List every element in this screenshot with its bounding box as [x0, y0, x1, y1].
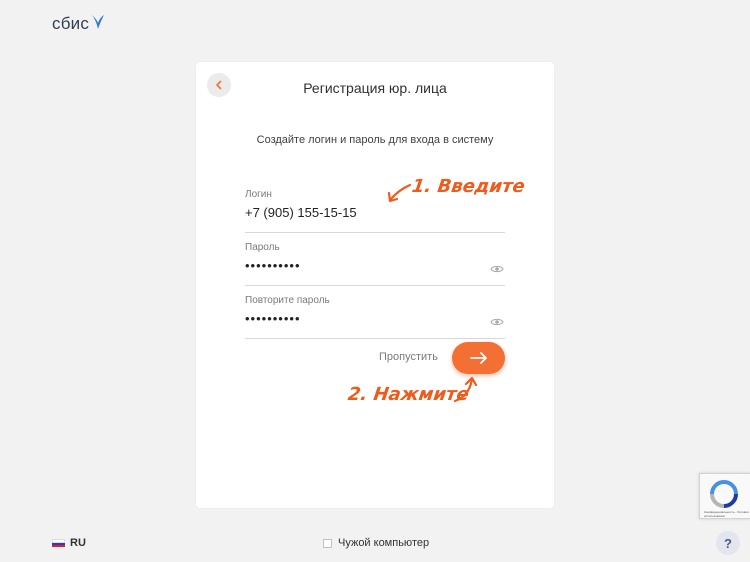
russia-flag-icon [52, 538, 65, 548]
eye-icon[interactable] [490, 264, 504, 274]
logo-text: сбис [52, 14, 90, 33]
annotation-arrow-1-icon [387, 183, 412, 203]
bird-logo-icon [92, 15, 105, 29]
eye-icon[interactable] [490, 317, 504, 327]
annotation-arrow-2-icon [453, 376, 478, 403]
next-button[interactable] [452, 342, 505, 374]
foreign-computer-checkbox[interactable]: Чужой компьютер [323, 537, 429, 549]
page-subtitle: Создайте логин и пароль для входа в сист… [256, 134, 494, 146]
repeat-password-field[interactable]: Повторите пароль •••••••••• [245, 295, 505, 339]
recaptcha-icon [710, 480, 738, 508]
password-input[interactable]: •••••••••• [245, 256, 475, 276]
arrow-right-icon [469, 352, 487, 364]
recaptcha-text: Конфиденциальность - Условия использован… [704, 510, 749, 518]
foreign-computer-label: Чужой компьютер [338, 537, 430, 549]
help-button[interactable]: ? [716, 531, 740, 555]
login-label: Логин [245, 189, 272, 200]
login-input[interactable]: +7 (905) 155-15-15 [245, 203, 475, 223]
password-field[interactable]: Пароль •••••••••• [245, 242, 505, 286]
registration-card: Регистрация юр. лица Создайте логин и па… [196, 62, 554, 508]
repeat-password-input[interactable]: •••••••••• [245, 309, 475, 329]
checkbox-icon[interactable] [323, 538, 332, 548]
language-selector[interactable]: RU [52, 537, 86, 549]
recaptcha-badge[interactable]: Конфиденциальность - Условия использован… [699, 473, 750, 519]
repeat-password-label: Повторите пароль [245, 295, 330, 306]
password-label: Пароль [245, 242, 280, 253]
page-title: Регистрация юр. лица [303, 80, 447, 96]
sbis-logo[interactable]: сбис [52, 14, 105, 34]
skip-button[interactable]: Пропустить [379, 351, 438, 363]
annotation-step-1: 1. Введите [410, 176, 527, 197]
language-code: RU [70, 537, 86, 549]
